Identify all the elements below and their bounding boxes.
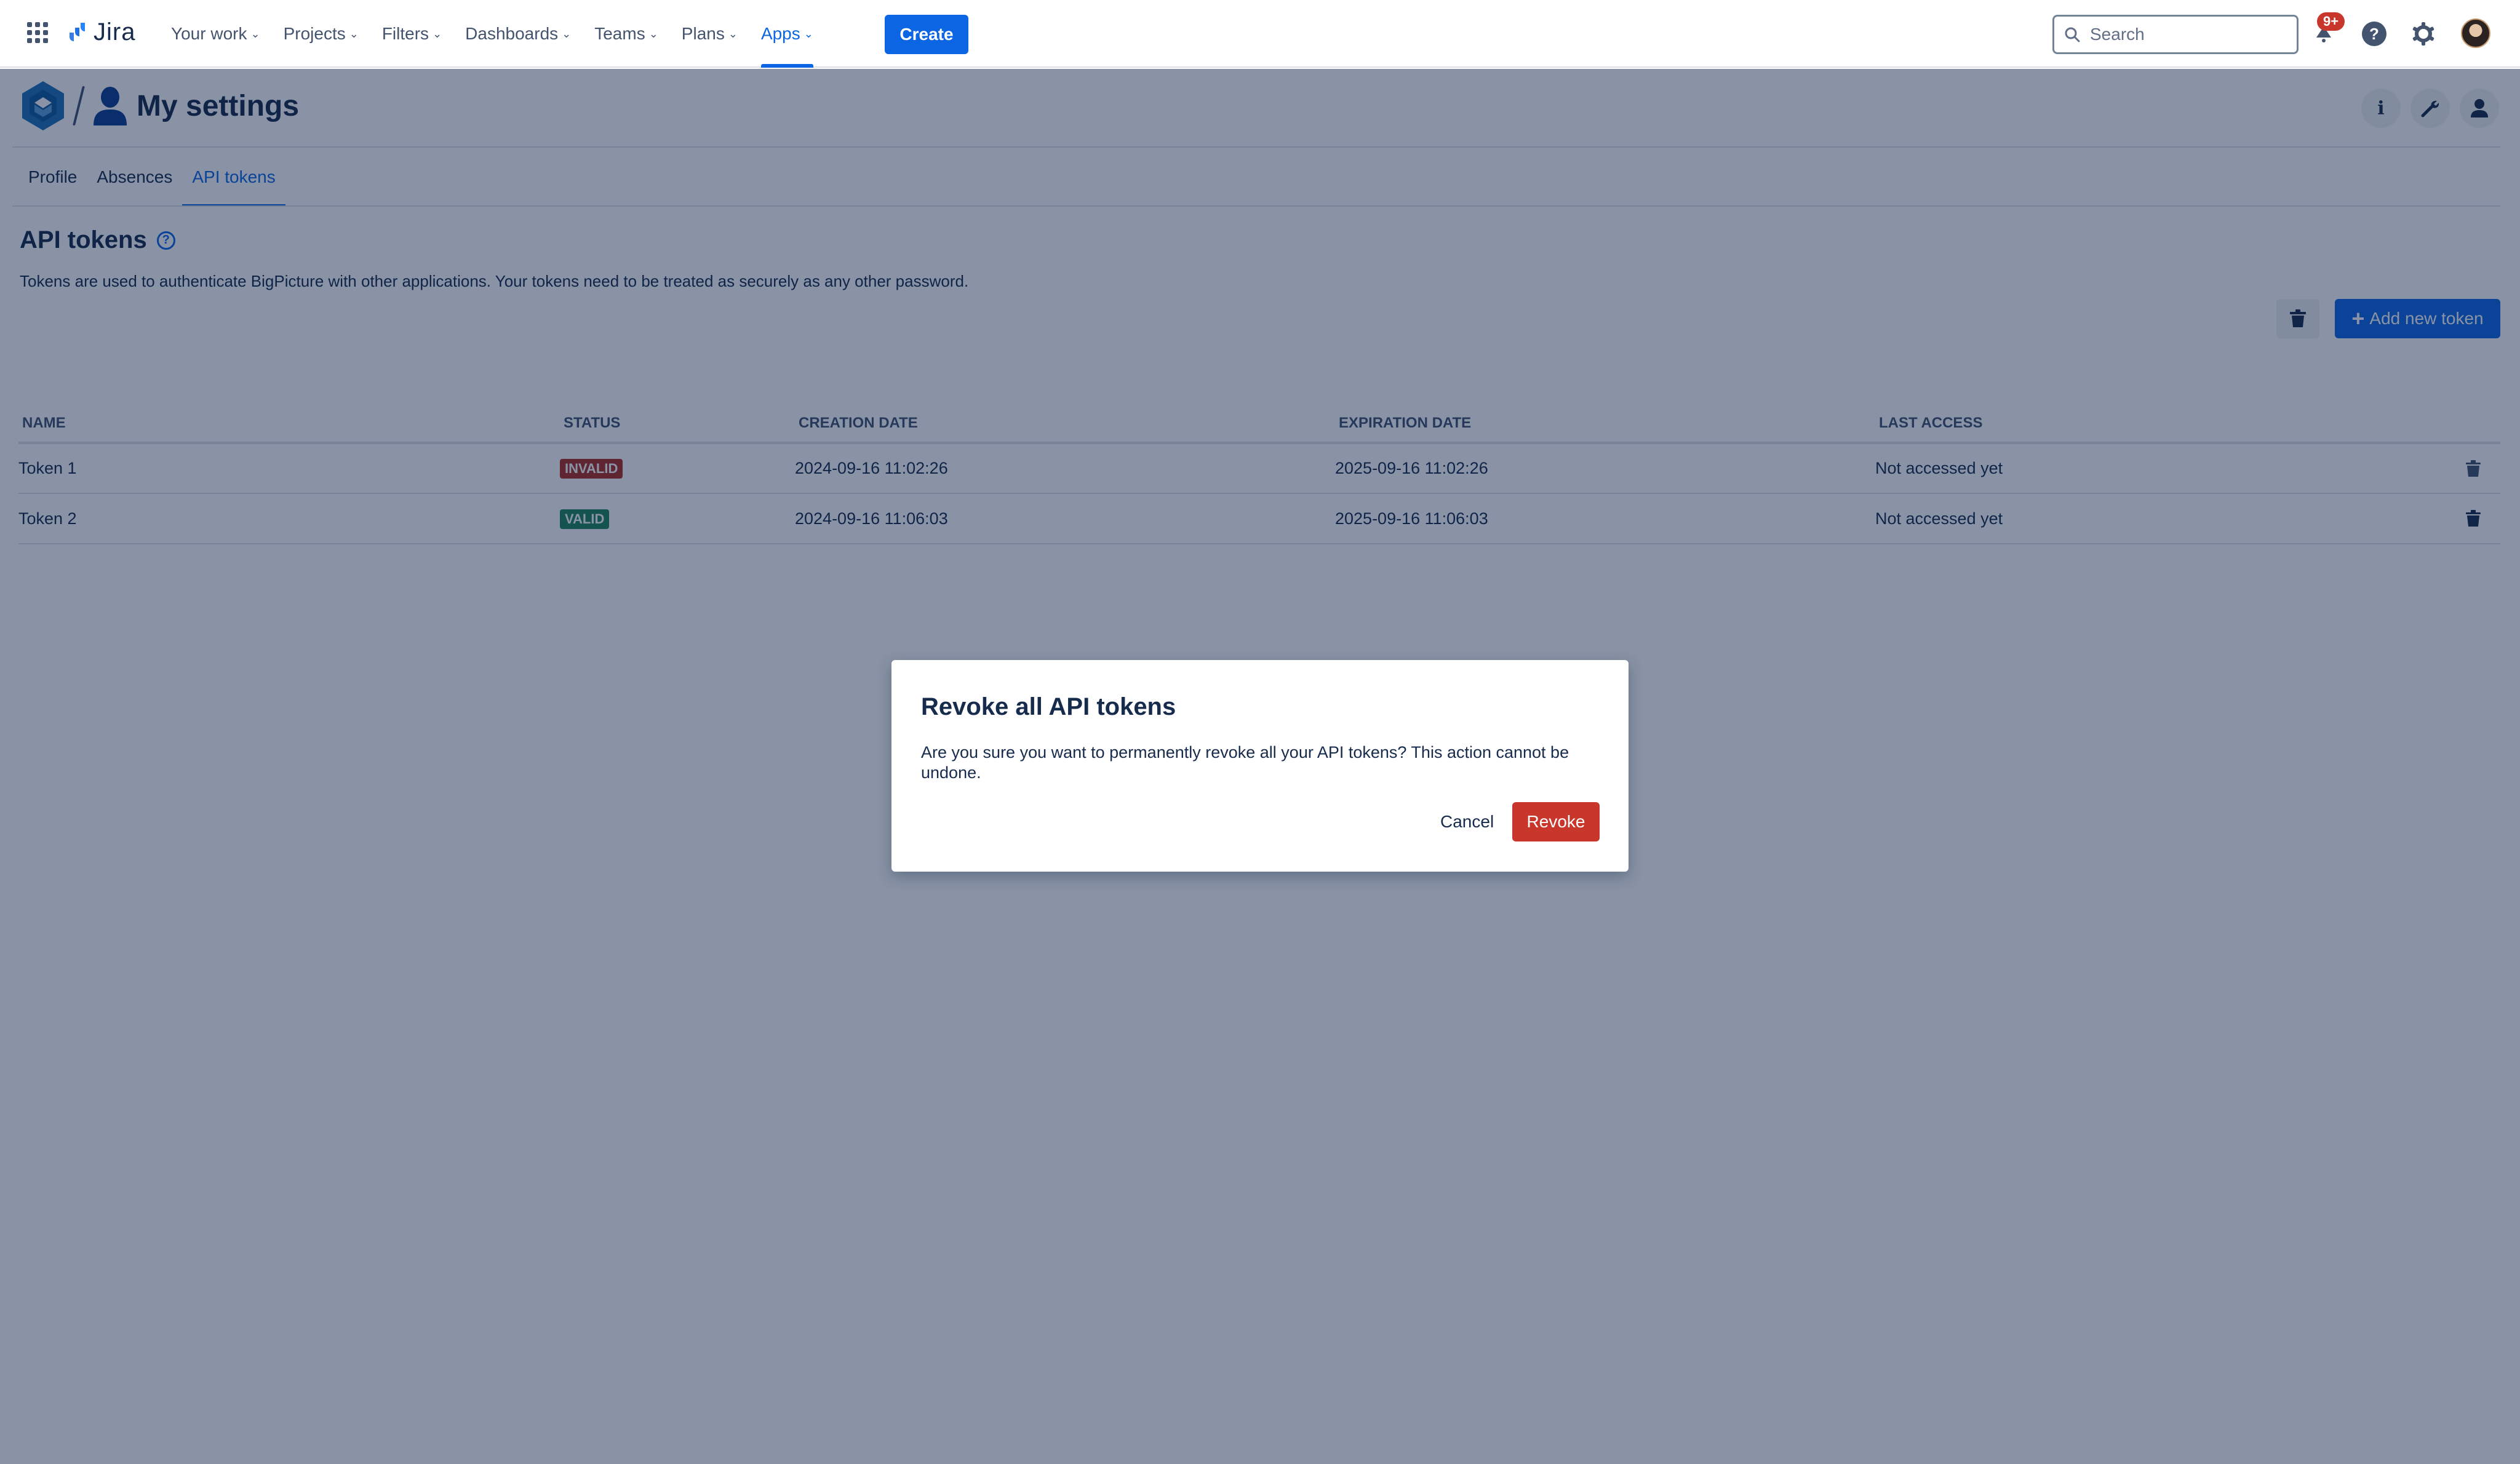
notifications-badge: 9+: [2317, 12, 2345, 31]
search-input[interactable]: [2090, 25, 2287, 44]
chevron-down-icon: ⌄: [803, 27, 813, 40]
search-box[interactable]: [2052, 15, 2299, 54]
search-icon: [2065, 27, 2080, 42]
chevron-down-icon: ⌄: [250, 27, 260, 40]
nav-label: Dashboards: [465, 24, 559, 43]
nav-label: Projects: [283, 24, 346, 43]
nav-your-work[interactable]: Your work ⌄: [171, 0, 260, 68]
primary-nav: Your work ⌄ Projects ⌄ Filters ⌄ Dashboards…: [171, 0, 837, 68]
nav-dashboards[interactable]: Dashboards ⌄: [465, 0, 571, 68]
revoke-button[interactable]: Revoke: [1512, 802, 1600, 841]
dialog-title: Revoke all API tokens: [921, 693, 1176, 720]
nav-label: Filters: [381, 24, 429, 43]
create-button[interactable]: Create: [885, 15, 968, 54]
nav-label: Apps: [760, 24, 800, 43]
top-navigation: Jira Your work ⌄ Projects ⌄ Filters ⌄ Dashb…: [0, 0, 2520, 68]
nav-label: Plans: [681, 24, 725, 43]
jira-logo-icon: [65, 22, 85, 41]
nav-filters[interactable]: Filters ⌄: [382, 0, 442, 68]
avatar[interactable]: [2461, 18, 2490, 48]
chevron-down-icon: ⌄: [728, 27, 738, 40]
settings-button[interactable]: [2408, 18, 2439, 49]
nav-label: Teams: [594, 24, 645, 43]
gear-icon: [2412, 22, 2434, 46]
chevron-down-icon: ⌄: [562, 27, 572, 40]
nav-label: Your work: [171, 24, 247, 43]
chevron-down-icon: ⌄: [349, 27, 359, 40]
help-button[interactable]: ?: [2359, 18, 2390, 49]
app-switcher-icon[interactable]: [27, 22, 48, 43]
product-name: Jira: [94, 18, 136, 46]
nav-plans[interactable]: Plans ⌄: [682, 0, 738, 68]
dialog-message: Are you sure you want to permanently rev…: [921, 743, 1569, 782]
revoke-all-dialog: Revoke all API tokens Are you sure you w…: [891, 660, 1629, 872]
nav-apps[interactable]: Apps ⌄: [760, 0, 813, 68]
cancel-button[interactable]: Cancel: [1427, 802, 1507, 841]
help-icon: ?: [2362, 22, 2386, 46]
jira-logo[interactable]: Jira: [63, 18, 135, 46]
svg-text:?: ?: [2369, 25, 2379, 43]
nav-projects[interactable]: Projects ⌄: [284, 0, 359, 68]
chevron-down-icon: ⌄: [648, 27, 658, 40]
nav-teams[interactable]: Teams ⌄: [594, 0, 658, 68]
chevron-down-icon: ⌄: [433, 27, 442, 40]
